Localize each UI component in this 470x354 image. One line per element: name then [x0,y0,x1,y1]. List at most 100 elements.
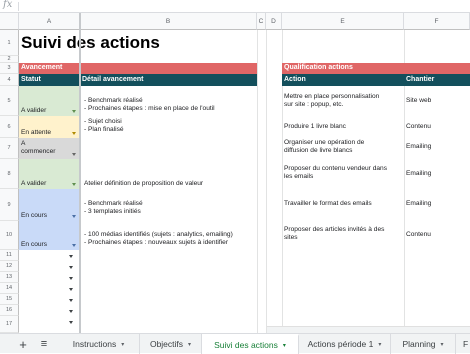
row-header[interactable]: 16 [0,305,19,316]
column-header-b[interactable]: B [80,13,257,30]
chevron-down-icon[interactable] [69,310,73,313]
select-all-corner[interactable] [0,13,19,30]
row-header[interactable]: 3 [0,63,19,74]
section-qualification: Qualification actions [282,63,470,74]
action-cell[interactable]: Proposer des articles invités à des site… [284,226,404,242]
column-label-detail: Détail avancement [80,74,257,86]
chevron-down-icon[interactable] [72,153,76,156]
detail-line: - Prochaines étapes : nouveaux sujets à … [84,239,229,246]
freeze-divider[interactable] [79,13,81,333]
tab-planning[interactable]: Planning ▾ [391,334,456,354]
action-cell[interactable]: Mettre en place personnalisation sur sit… [284,93,402,109]
chevron-down-icon[interactable] [69,321,73,324]
action-line: Organiser une opération de [284,139,365,146]
detail-cell[interactable]: Atelier définition de proposition de val… [84,180,256,188]
tab-label: Objectifs [149,339,184,349]
detail-cell[interactable]: - 100 médias identifiés (sujets : analyt… [84,231,256,247]
row-header[interactable]: 4 [0,74,19,86]
detail-cell[interactable]: - Benchmark réalisé - 3 templates initié… [84,200,256,216]
chantier-cell[interactable]: Emailing [406,200,431,208]
caret-down-icon[interactable]: ▾ [378,341,381,348]
tab-objectifs[interactable]: Objectifs ▾ [140,334,202,354]
detail-line: - 100 médias identifiés (sujets : analyt… [84,231,233,238]
column-header-c[interactable]: C [257,13,266,30]
status-select[interactable]: A commencer [19,138,80,159]
column-header-e[interactable]: E [282,13,404,30]
chevron-down-icon[interactable] [72,183,76,186]
detail-line: - Prochaines étapes : mise en place de l… [84,105,215,112]
all-sheets-menu-button[interactable]: ≡ [35,334,53,354]
row-header[interactable]: 14 [0,283,19,294]
action-cell[interactable]: Travailler le format des emails [284,200,402,208]
column-header-a[interactable]: A [19,13,80,30]
detail-line: Atelier définition de proposition de val… [84,180,204,187]
row-header[interactable]: 15 [0,294,19,305]
row-header[interactable]: 7 [0,138,19,159]
add-sheet-button[interactable]: + [14,334,32,354]
action-line: Proposer du contenu vendeur dans [284,165,388,172]
chevron-down-icon[interactable] [69,299,73,302]
column-label-statut: Statut [19,74,80,86]
row-header[interactable]: 2 [0,56,19,63]
chevron-down-icon[interactable] [69,277,73,280]
tab-label: F [463,339,469,349]
tab-suivi-des-actions[interactable]: Suivi des actions ▾ [202,334,299,354]
action-cell[interactable]: Proposer du contenu vendeur dans les ema… [284,165,404,181]
action-line: sur site : popup, etc. [284,101,344,108]
row-header[interactable]: 5 [0,86,19,116]
status-select[interactable]: En attente [19,116,80,138]
tab-actions-periode-1[interactable]: Actions période 1 ▾ [299,334,391,354]
column-header-f[interactable]: F [404,13,470,30]
row-header[interactable]: 1 [0,30,19,56]
chevron-down-icon[interactable] [72,132,76,135]
column-header-d[interactable]: D [266,13,282,30]
tab-next[interactable]: F [456,334,470,354]
chevron-down-icon[interactable] [69,288,73,291]
status-value: En cours [21,212,48,219]
chevron-down-icon[interactable] [72,215,76,218]
tab-instructions[interactable]: Instructions ▾ [58,334,140,354]
row-header[interactable]: 9 [0,189,19,221]
status-select[interactable]: En cours [19,221,80,250]
column-label-action: Action [282,74,404,86]
row-header[interactable]: 11 [0,250,19,261]
action-line: Mettre en place personnalisation [284,93,380,100]
formula-separator [18,2,19,11]
detail-cell[interactable]: - Benchmark réalisé - Prochaines étapes … [84,97,256,113]
detail-line: - Sujet choisi [84,118,122,125]
action-cell[interactable]: Organiser une opération de diffusion de … [284,139,402,155]
status-select[interactable]: A valider [19,159,80,189]
action-line: diffusion de livre blancs [284,147,353,154]
detail-cell[interactable]: - Sujet choisi - Plan finalisé [84,118,256,134]
row-header[interactable]: 17 [0,316,19,333]
chantier-cell[interactable]: Site web [406,97,431,105]
caret-down-icon[interactable]: ▾ [188,341,191,348]
row-header[interactable]: 8 [0,159,19,189]
chantier-cell[interactable]: Emailing [406,170,431,178]
chantier-cell[interactable]: Emailing [406,143,431,151]
action-cell[interactable]: Produire 1 livre blanc [284,123,402,131]
status-value: A valider [21,107,47,114]
row-header[interactable]: 6 [0,116,19,138]
chantier-cell[interactable]: Contenu [406,123,431,131]
chantier-cell[interactable]: Contenu [406,231,431,239]
horizontal-scrollbar[interactable] [267,326,470,333]
sheet-tabbar: + ≡ Instructions ▾ Objectifs ▾ Suivi des a… [0,333,470,354]
chevron-down-icon[interactable] [69,255,73,258]
formula-bar[interactable]: fx [0,0,470,13]
chevron-down-icon[interactable] [72,110,76,113]
row-header[interactable]: 13 [0,272,19,283]
caret-down-icon[interactable]: ▾ [121,341,124,348]
chevron-down-icon[interactable] [69,266,73,269]
status-select[interactable]: En cours [19,189,80,221]
page-title: Suivi des actions [21,33,160,52]
tab-label: Actions période 1 [307,339,374,349]
row-header[interactable]: 12 [0,261,19,272]
status-select[interactable]: A valider [19,86,80,116]
fx-icon: fx [3,0,13,10]
caret-down-icon[interactable]: ▾ [441,341,444,348]
row-header[interactable]: 10 [0,221,19,250]
tab-label: Instructions [72,339,117,349]
chevron-down-icon[interactable] [72,244,76,247]
caret-down-icon[interactable]: ▾ [283,342,286,349]
